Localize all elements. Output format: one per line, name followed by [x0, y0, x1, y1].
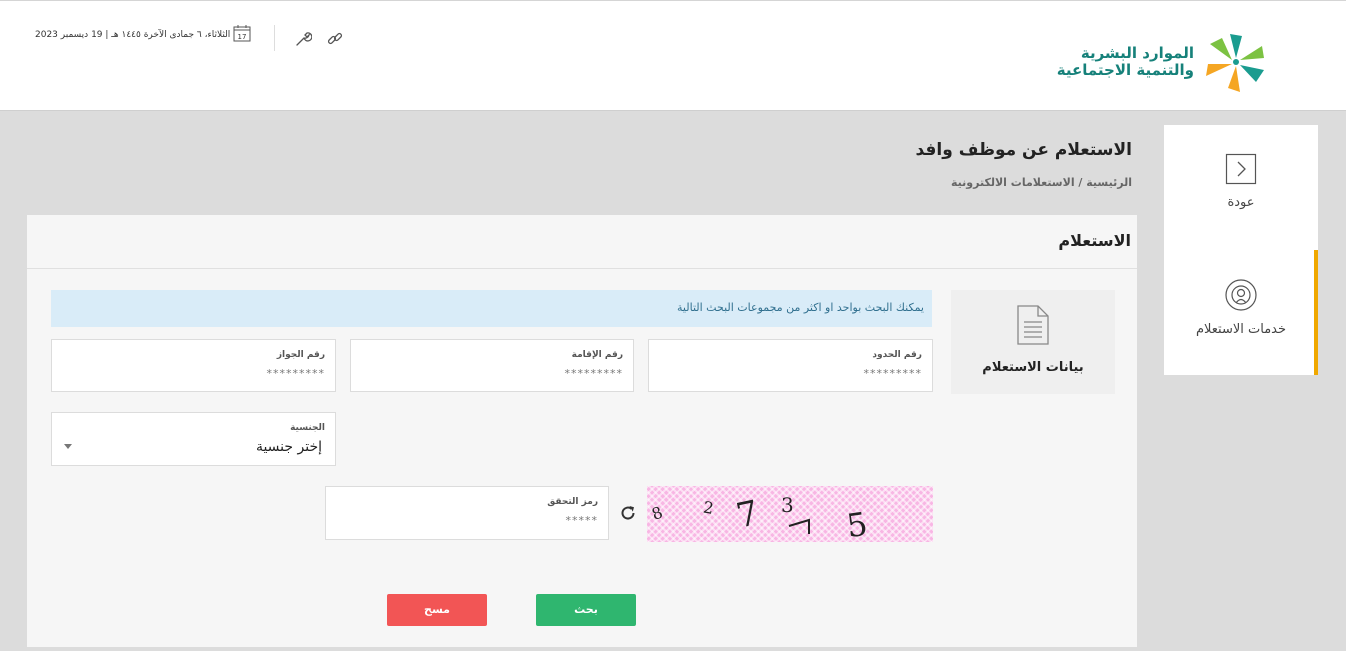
field-label: الجنسية	[290, 423, 325, 433]
passport-number-field[interactable]: رقم الجواز *********	[51, 339, 336, 392]
ministry-logo-icon[interactable]	[1200, 31, 1278, 93]
field-placeholder: *****	[565, 514, 598, 527]
info-alert: يمكنك البحث بواحد او اكثر من مجموعات الب…	[51, 290, 932, 327]
chevron-right-icon	[1225, 153, 1257, 185]
field-placeholder: *********	[266, 367, 325, 380]
page-title: الاستعلام عن موظف وافد	[915, 140, 1132, 160]
field-label: رقم الجواز	[276, 350, 325, 360]
inquiry-data-label: بيانات الاستعلام	[982, 360, 1084, 375]
sidebar-item-label: عودة	[1227, 195, 1255, 210]
header-divider	[274, 25, 275, 51]
ministry-name-line1: الموارد البشرية	[1080, 44, 1194, 62]
captcha-glyphs: 8 2 7 3 5	[649, 493, 870, 545]
chevron-down-icon	[64, 444, 72, 449]
svg-text:8: 8	[649, 503, 665, 524]
field-placeholder: *********	[564, 367, 623, 380]
border-number-field[interactable]: رقم الحدود *********	[648, 339, 933, 392]
svg-text:7: 7	[733, 493, 762, 537]
ministry-name: الموارد البشرية والتنمية الاجتماعية	[1057, 45, 1194, 79]
ministry-name-line2: والتنمية الاجتماعية	[1056, 61, 1194, 79]
field-label: رقم الإقامة	[571, 350, 623, 360]
sidebar-item-label: خدمات الاستعلام	[1195, 322, 1287, 337]
current-date: الثلاثاء، ٦ جمادى الآخرة ١٤٤٥ هـ | 19 دي…	[35, 30, 231, 40]
panel-header: الاستعلام	[27, 215, 1137, 269]
panel-title: الاستعلام	[1058, 231, 1131, 250]
field-label: رمز التحقق	[547, 497, 598, 507]
search-button[interactable]: بحث	[536, 594, 636, 626]
field-placeholder: *********	[863, 367, 922, 380]
sidebar: عودة خدمات الاستعلام	[1164, 125, 1318, 375]
clear-button[interactable]: مسح	[387, 594, 487, 626]
sidebar-item-back[interactable]: عودة	[1164, 153, 1318, 210]
nationality-selected-value: إختر جنسية	[255, 439, 322, 455]
svg-text:5: 5	[844, 505, 869, 542]
wrench-icon[interactable]	[294, 30, 312, 48]
sidebar-item-inquiry-services[interactable]: خدمات الاستعلام	[1164, 278, 1318, 337]
top-header: الموارد البشرية والتنمية الاجتماعية الثل…	[0, 0, 1346, 111]
captcha-code-field[interactable]: رمز التحقق *****	[325, 486, 609, 540]
iqama-number-field[interactable]: رقم الإقامة *********	[350, 339, 634, 392]
calendar-day: 17	[238, 33, 247, 41]
inquiry-panel: الاستعلام بيانات الاستعلام يمكنك البحث ب…	[27, 215, 1137, 647]
svg-text:3: 3	[781, 493, 794, 517]
calendar-icon: 17	[233, 25, 251, 42]
active-indicator	[1314, 250, 1318, 375]
refresh-icon[interactable]	[619, 504, 637, 522]
svg-text:2: 2	[702, 497, 715, 517]
document-icon	[1017, 305, 1049, 345]
captcha-image: 8 2 7 3 5	[647, 486, 933, 545]
field-label: رقم الحدود	[872, 350, 922, 360]
link-icon[interactable]	[326, 30, 344, 48]
info-alert-text: يمكنك البحث بواحد او اكثر من مجموعات الب…	[677, 301, 924, 314]
nationality-select[interactable]: الجنسية إختر جنسية	[51, 412, 336, 466]
inquiry-data-card: بيانات الاستعلام	[951, 290, 1115, 394]
broadcast-icon	[1225, 279, 1257, 311]
breadcrumb[interactable]: الرئيسية / الاستعلامات الالكترونية	[951, 176, 1132, 189]
